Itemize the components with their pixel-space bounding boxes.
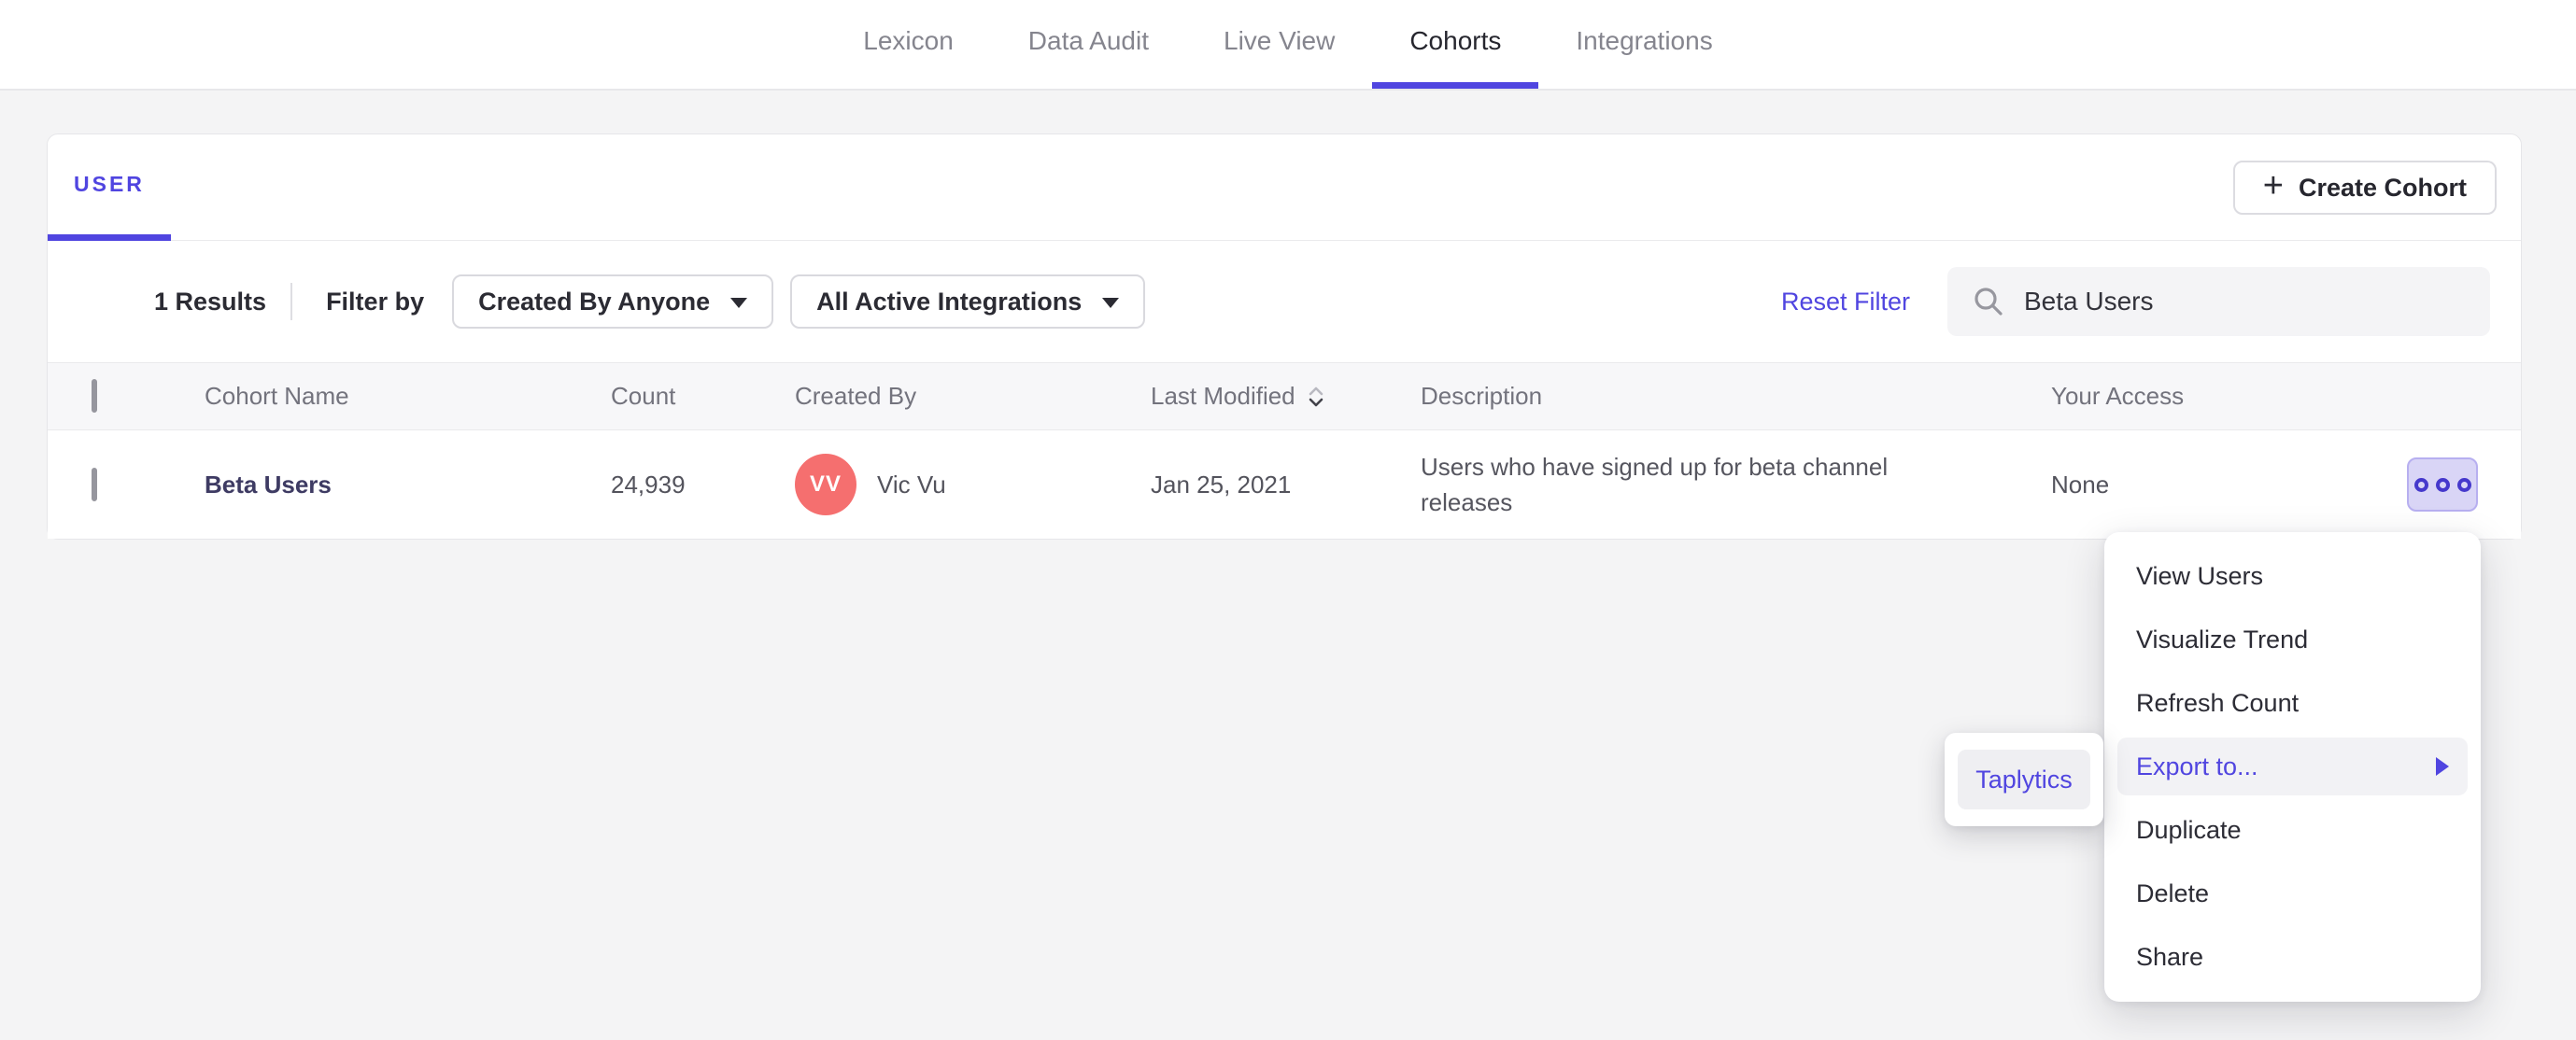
your-access-value: None bbox=[2051, 470, 2110, 499]
cohort-name-link[interactable]: Beta Users bbox=[205, 471, 611, 499]
nav-item-integrations[interactable]: Integrations bbox=[1538, 0, 1749, 89]
menu-item-share[interactable]: Share bbox=[2104, 925, 2481, 989]
header-cohort-name: Cohort Name bbox=[205, 382, 349, 410]
avatar: VV bbox=[795, 454, 856, 515]
created-by-cell: VV Vic Vu bbox=[795, 454, 1151, 515]
select-all-checkbox[interactable] bbox=[92, 379, 97, 413]
export-submenu: Taplytics bbox=[1945, 733, 2103, 826]
menu-item-view-users[interactable]: View Users bbox=[2104, 544, 2481, 608]
nav-item-lexicon[interactable]: Lexicon bbox=[826, 0, 991, 89]
submenu-item-taplytics[interactable]: Taplytics bbox=[1958, 750, 2090, 809]
nav-item-live-view[interactable]: Live View bbox=[1186, 0, 1372, 89]
more-icon bbox=[2413, 477, 2428, 492]
cohorts-page: Lexicon Data Audit Live View Cohorts Int… bbox=[0, 0, 2576, 1040]
menu-item-delete[interactable]: Delete bbox=[2104, 862, 2481, 925]
create-cohort-label: Create Cohort bbox=[2298, 173, 2467, 202]
card-header: USER + Create Cohort bbox=[48, 134, 2521, 241]
filter-by-label: Filter by bbox=[326, 287, 425, 316]
divider bbox=[290, 283, 293, 320]
sort-icon bbox=[1309, 386, 1323, 406]
chevron-down-icon bbox=[730, 298, 748, 308]
created-by-dropdown-label: Created By Anyone bbox=[478, 287, 711, 316]
results-count: 1 Results bbox=[154, 287, 267, 316]
plus-icon: + bbox=[2262, 166, 2284, 205]
menu-item-export-to[interactable]: Export to... bbox=[2117, 738, 2468, 795]
row-more-button[interactable] bbox=[2407, 457, 2478, 512]
last-modified-date: Jan 25, 2021 bbox=[1151, 470, 1292, 499]
search-icon bbox=[1974, 288, 2003, 316]
header-your-access: Your Access bbox=[2051, 382, 2185, 410]
integrations-dropdown[interactable]: All Active Integrations bbox=[790, 274, 1146, 329]
cohorts-card: USER + Create Cohort 1 Results Filter by… bbox=[47, 134, 2522, 540]
header-created-by: Created By bbox=[795, 382, 917, 410]
top-nav: Lexicon Data Audit Live View Cohorts Int… bbox=[0, 0, 2576, 91]
search-value: Beta Users bbox=[2024, 287, 2154, 316]
row-checkbox[interactable] bbox=[92, 467, 97, 501]
menu-item-refresh-count[interactable]: Refresh Count bbox=[2104, 671, 2481, 735]
tab-user[interactable]: USER bbox=[48, 134, 171, 241]
created-by-dropdown[interactable]: Created By Anyone bbox=[452, 274, 774, 329]
header-count: Count bbox=[611, 382, 676, 410]
header-description: Description bbox=[1421, 382, 1543, 410]
nav-item-data-audit[interactable]: Data Audit bbox=[991, 0, 1186, 89]
row-context-menu: View Users Visualize Trend Refresh Count… bbox=[2104, 532, 2481, 1002]
filter-toolbar: 1 Results Filter by Created By Anyone Al… bbox=[48, 241, 2521, 362]
table-header-row: Cohort Name Count Created By Last Modifi… bbox=[48, 362, 2521, 430]
cohort-description: Users who have signed up for beta channe… bbox=[1421, 453, 1889, 516]
header-last-modified-sort[interactable]: Last Modified bbox=[1151, 382, 1421, 411]
more-icon bbox=[2456, 477, 2471, 492]
table-row: Beta Users 24,939 VV Vic Vu Jan 25, 2021… bbox=[48, 430, 2521, 539]
cohort-count: 24,939 bbox=[611, 470, 686, 499]
header-last-modified-label: Last Modified bbox=[1151, 382, 1295, 410]
menu-item-visualize-trend[interactable]: Visualize Trend bbox=[2104, 608, 2481, 671]
create-cohort-button[interactable]: + Create Cohort bbox=[2232, 161, 2497, 215]
menu-item-duplicate[interactable]: Duplicate bbox=[2104, 798, 2481, 862]
reset-filter-link[interactable]: Reset Filter bbox=[1781, 288, 1910, 316]
chevron-down-icon bbox=[1102, 298, 1120, 308]
nav-item-cohorts[interactable]: Cohorts bbox=[1372, 0, 1539, 89]
more-icon bbox=[2435, 477, 2450, 492]
integrations-dropdown-label: All Active Integrations bbox=[816, 287, 1083, 316]
menu-item-export-to-label: Export to... bbox=[2136, 752, 2258, 780]
search-input[interactable]: Beta Users bbox=[1947, 267, 2490, 336]
submenu-arrow-icon bbox=[2436, 757, 2449, 776]
created-by-name: Vic Vu bbox=[877, 470, 946, 499]
